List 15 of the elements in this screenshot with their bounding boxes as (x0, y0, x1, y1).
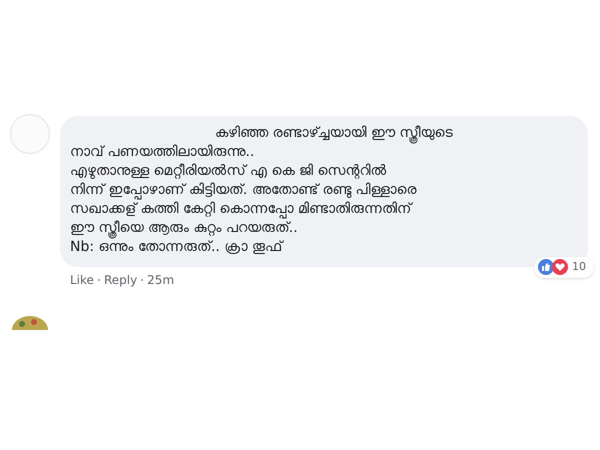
comment-text: Nb: ഒന്നും തോന്നരുത്.. ക്രാ തൂഫ് (70, 238, 285, 257)
action-link[interactable]: Reply (104, 271, 138, 289)
comment-text: ഈ സ്ത്രീയെ ആരും കുറ്റം പറയരുത്.. (70, 219, 576, 238)
comment-time: 25m (147, 272, 174, 289)
comment-text: നാവ് പണയത്തിലായിരുന്നു.. (70, 143, 256, 162)
avatar (10, 114, 50, 154)
action-link[interactable]: Like (70, 271, 94, 289)
comment-text: നിന്ന് ഇപ്പോഴാണ് കിട്ടിയത്. അതോണ്ട് രണ്ടു പിള്ളാരെ (70, 181, 418, 200)
comment-text: എഴുതാനുള്ള മെറ്റീരിയൽസ് എ കെ ജി സെന്ററിൽ (70, 162, 388, 181)
comment-text: കഴിഞ്ഞ രണ്ടാഴ്ച്ചയായി ഈ സ്ത്രീയുടെ (70, 124, 576, 143)
avatar-icon (12, 316, 48, 330)
reaction-count: 10 (572, 259, 587, 275)
comment-text: സഖാക്കള് കത്തി കേറ്റി കൊന്നപ്പോ മിണ്ടാതിരുന്നതിന് (70, 200, 414, 219)
reaction-badge[interactable]: 10 (534, 257, 594, 278)
like-icon (538, 259, 554, 276)
